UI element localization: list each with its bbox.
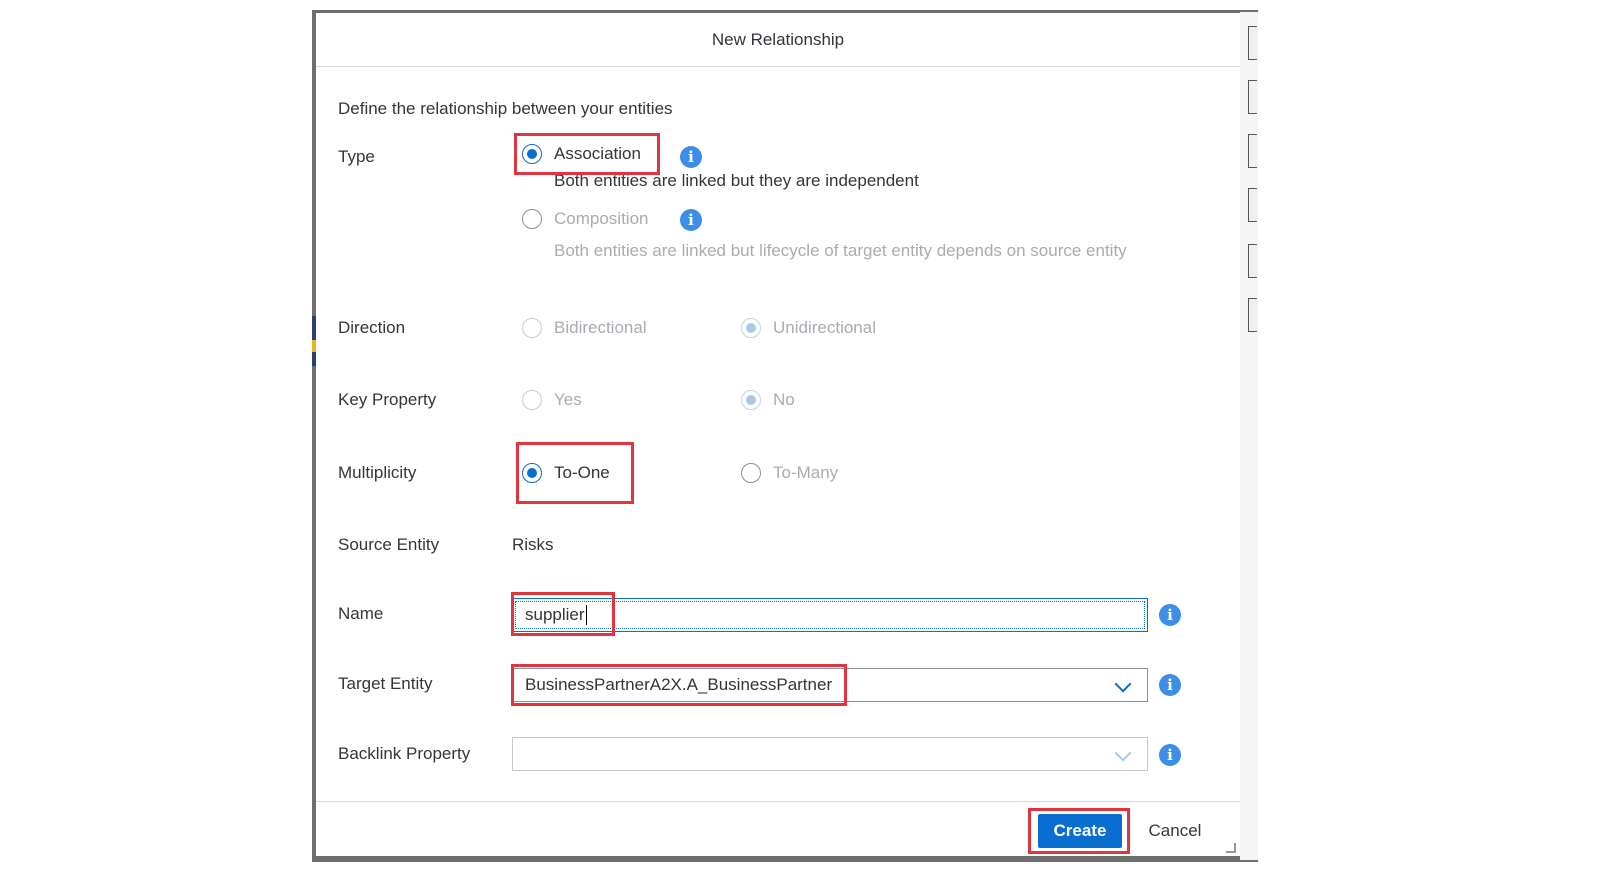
resize-handle[interactable] (1226, 843, 1236, 853)
create-button[interactable]: Create (1038, 814, 1122, 848)
association-description: Both entities are linked but they are in… (554, 171, 919, 190)
background-tab (1248, 26, 1257, 60)
association-label: Association (554, 144, 641, 163)
target-entity-label: Target Entity (338, 674, 433, 693)
radio-key-no[interactable]: No (741, 390, 795, 410)
name-input[interactable]: supplier (512, 598, 1148, 632)
radio-to-many[interactable]: To-Many (741, 463, 838, 483)
name-input-value: supplier (525, 605, 585, 624)
chevron-down-icon[interactable] (1114, 675, 1132, 693)
background-tab (1248, 134, 1257, 168)
to-many-label: To-Many (773, 463, 839, 482)
unidirectional-label: Unidirectional (773, 318, 876, 337)
radio-composition[interactable]: Composition (522, 209, 649, 229)
info-icon[interactable]: i (1159, 744, 1181, 766)
dialog-title: New Relationship (711, 29, 845, 49)
target-entity-select[interactable]: BusinessPartnerA2X.A_BusinessPartner (512, 668, 1148, 702)
backlink-property-label: Backlink Property (338, 744, 471, 763)
radio-circle-selected[interactable] (741, 390, 761, 410)
info-icon[interactable]: i (680, 146, 702, 168)
dialog-intro: Define the relationship between your ent… (338, 99, 673, 118)
info-icon[interactable]: i (1159, 604, 1181, 626)
target-entity-value: BusinessPartnerA2X.A_BusinessPartner (525, 675, 833, 694)
radio-circle[interactable] (522, 390, 542, 410)
bidirectional-label: Bidirectional (554, 318, 647, 337)
radio-circle-selected[interactable] (522, 144, 542, 164)
background-tab (1248, 298, 1257, 332)
info-icon[interactable]: i (1159, 674, 1181, 696)
radio-circle-selected[interactable] (522, 463, 542, 483)
info-icon[interactable]: i (680, 209, 702, 231)
text-caret (585, 605, 587, 625)
radio-to-one[interactable]: To-One (522, 463, 610, 483)
cancel-button[interactable]: Cancel (1138, 814, 1212, 848)
type-label: Type (338, 147, 375, 166)
composition-label: Composition (554, 209, 649, 228)
key-property-label: Key Property (338, 390, 437, 409)
radio-association[interactable]: Association (522, 144, 641, 164)
chevron-down-icon[interactable] (1114, 744, 1132, 762)
radio-circle-selected[interactable] (741, 318, 761, 338)
multiplicity-label: Multiplicity (338, 463, 417, 482)
background-tab (1248, 188, 1257, 222)
direction-label: Direction (338, 318, 406, 337)
source-entity-value: Risks (512, 535, 554, 554)
composition-description: Both entities are linked but lifecycle o… (554, 241, 1127, 260)
radio-circle[interactable] (741, 463, 761, 483)
radio-circle[interactable] (522, 209, 542, 229)
backlink-property-select[interactable] (512, 737, 1148, 771)
background-tab (1248, 80, 1257, 114)
background-tab (1248, 244, 1257, 278)
radio-unidirectional[interactable]: Unidirectional (741, 318, 876, 338)
new-relationship-dialog: New Relationship Define the relationship… (316, 13, 1240, 856)
radio-circle[interactable] (522, 318, 542, 338)
name-label: Name (338, 604, 384, 623)
dialog-footer: Create Cancel (316, 801, 1240, 857)
key-no-label: No (773, 390, 795, 409)
dialog-header: New Relationship (316, 13, 1240, 67)
source-entity-label: Source Entity (338, 535, 440, 554)
radio-key-yes[interactable]: Yes (522, 390, 582, 410)
radio-bidirectional[interactable]: Bidirectional (522, 318, 647, 338)
to-one-label: To-One (554, 463, 610, 482)
key-yes-label: Yes (554, 390, 582, 409)
